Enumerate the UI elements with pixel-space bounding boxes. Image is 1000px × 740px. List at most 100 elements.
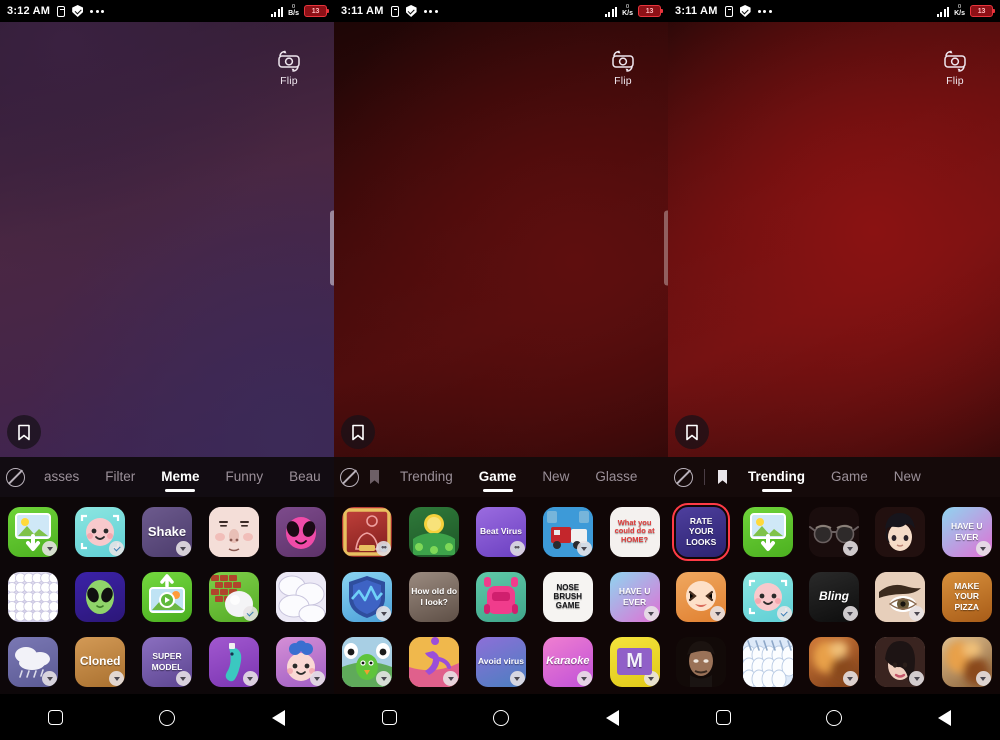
tab-new[interactable]: New [529,460,582,495]
effect-thumb-bird-eyes[interactable] [342,636,393,687]
effect-cell[interactable] [334,633,401,690]
tab-list[interactable]: Trending Game New [735,460,1000,495]
effect-thumb-have-u-ever[interactable]: HAVE U EVER [941,506,992,557]
effect-thumb-anime-face[interactable] [875,506,926,557]
effect-thumb-bubbles-lavender[interactable] [8,571,59,622]
android-nav-bar[interactable] [334,695,668,740]
effect-thumb-pink-alien[interactable] [275,506,326,557]
download-icon[interactable] [309,670,325,686]
effect-cell[interactable]: M [601,633,668,690]
effect-cell[interactable] [867,633,933,690]
bookmark-icon-filled[interactable] [716,469,729,485]
effect-cell[interactable]: Shake [134,503,201,560]
effect-cell[interactable] [867,568,933,625]
tab-game[interactable]: Game [818,460,881,495]
effect-cell[interactable] [267,633,334,690]
effect-thumb-galaxy-baby[interactable] [275,636,326,687]
effect-thumb-pink-car[interactable] [475,571,526,622]
effect-thumb-gallery-download[interactable] [742,506,793,557]
tab-beau[interactable]: Beau [276,460,334,495]
download-icon[interactable] [842,540,858,556]
effects-grid[interactable]: Shake Cloned SUPER MODEL [0,497,334,694]
camera-preview[interactable]: Flip [334,22,668,457]
tab-list[interactable]: asses Filter Meme Funny Beau [31,460,334,495]
tab-trending[interactable]: Trending [735,460,818,495]
effect-thumb-rain-clouds[interactable] [8,636,59,687]
back-button[interactable] [915,695,975,740]
effect-thumb-yellow-m[interactable]: M [609,636,660,687]
effect-cell[interactable] [734,503,800,560]
bookmark-icon[interactable] [368,469,381,485]
effect-thumb-pale-face[interactable] [208,506,259,557]
effect-thumb-running-figure[interactable] [409,636,460,687]
effect-thumb-gold-coin-clover[interactable] [409,506,460,557]
effect-thumb-beat-virus[interactable]: Beat Virus [475,506,526,557]
download-icon[interactable] [576,670,592,686]
effect-cell[interactable]: SUPER MODEL [134,633,201,690]
effect-cell[interactable] [67,568,134,625]
download-icon[interactable] [643,605,659,621]
download-icon[interactable] [376,670,392,686]
recents-button[interactable] [26,695,86,740]
effect-thumb-rate-your-looks[interactable]: RATE YOUR LOOKS [672,502,731,561]
effect-cell[interactable] [534,503,601,560]
effect-cell[interactable]: What you could do at HOME? [601,503,668,560]
home-button[interactable] [471,695,531,740]
effect-thumb-golden-blur[interactable] [941,636,992,687]
effect-thumb-make-your-pizza[interactable]: MAKE YOUR PIZZA [941,571,992,622]
flip-camera-button[interactable]: Flip [266,50,312,87]
effect-cell[interactable]: Bling [801,568,867,625]
download-icon[interactable] [576,540,592,556]
flip-camera-button[interactable]: Flip [932,50,978,87]
tab-list[interactable]: Trending Game New Glasse [387,460,668,495]
effect-thumb-how-old-do-i-look[interactable]: How old do I look? [409,571,460,622]
camera-preview[interactable]: Flip [668,22,1000,457]
effect-cell[interactable] [0,568,67,625]
effect-cell[interactable] [67,503,134,560]
effect-cell[interactable] [0,503,67,560]
effect-thumb-white-blobs[interactable] [275,571,326,622]
bookmark-button[interactable] [341,415,375,449]
download-icon[interactable] [443,670,459,686]
effect-thumb-brick-balloon[interactable] [208,571,259,622]
effect-cell[interactable] [334,568,401,625]
effect-thumb-gallery-download[interactable] [8,506,59,557]
effects-grid[interactable]: RATE YOUR LOOKS HAVE U EVER Bling MAKE YOUR… [668,497,1000,694]
effect-category-tabs[interactable]: asses Filter Meme Funny Beau [0,457,334,497]
effect-cell[interactable] [401,633,468,690]
effect-cell[interactable] [334,503,401,560]
android-nav-bar[interactable] [668,695,1000,740]
recents-button[interactable] [360,695,420,740]
download-icon[interactable] [376,605,392,621]
effect-cell[interactable] [200,503,267,560]
effect-cell[interactable]: HAVE U EVER [601,568,668,625]
effect-thumb-have-u-ever[interactable]: HAVE U EVER [609,571,660,622]
effect-cell[interactable] [734,568,800,625]
effect-cell[interactable] [668,568,734,625]
effect-thumb-cute-face-cyan[interactable] [742,571,793,622]
back-button[interactable] [248,695,308,740]
tab-asses[interactable]: asses [31,460,92,495]
effect-thumb-cute-face-cyan[interactable] [75,506,126,557]
tab-game[interactable]: Game [466,460,530,495]
effect-cell[interactable] [267,503,334,560]
effect-cell[interactable] [801,503,867,560]
effect-cell[interactable] [401,503,468,560]
effect-cell[interactable] [801,633,867,690]
effect-cell[interactable] [0,633,67,690]
effect-cell[interactable] [200,633,267,690]
effect-thumb-shake[interactable]: Shake [141,506,192,557]
tab-meme[interactable]: Meme [148,460,212,495]
bookmark-button[interactable] [7,415,41,449]
home-button[interactable] [137,695,197,740]
download-icon[interactable] [109,670,125,686]
effect-thumb-orange-face[interactable] [676,571,727,622]
effect-cell[interactable] [867,503,933,560]
effect-cell[interactable]: NOSE BRUSH GAME [534,568,601,625]
effect-thumb-nose-brush-game[interactable]: NOSE BRUSH GAME [542,571,593,622]
download-icon[interactable] [842,670,858,686]
download-icon[interactable] [175,540,191,556]
android-nav-bar[interactable] [0,695,334,740]
tab-trending[interactable]: Trending [387,460,466,495]
download-icon[interactable] [975,540,991,556]
